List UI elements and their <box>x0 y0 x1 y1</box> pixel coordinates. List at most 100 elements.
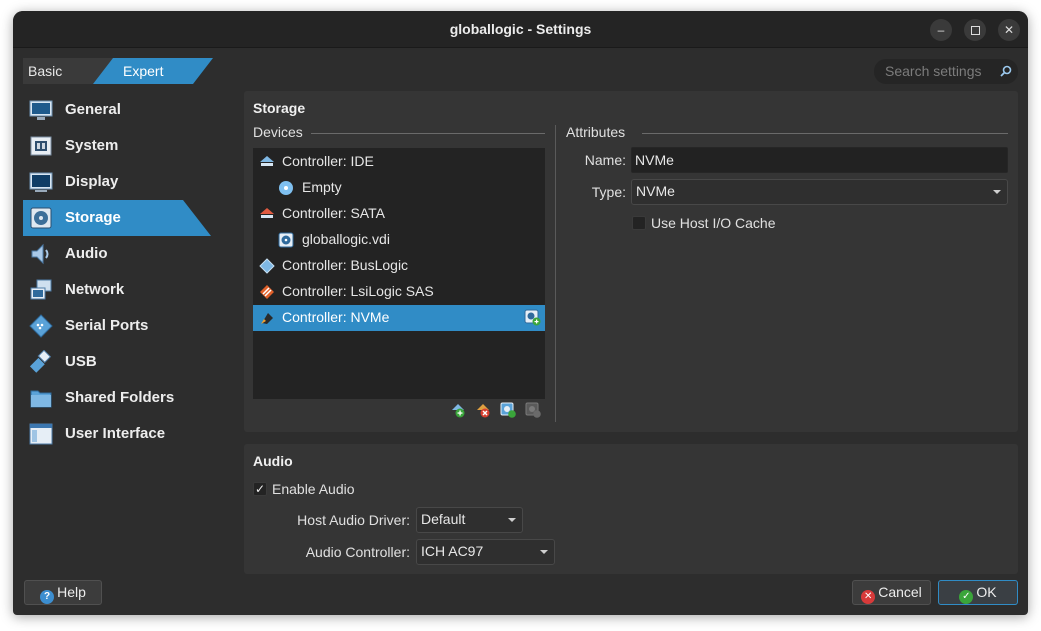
host-io-cache-checkbox[interactable] <box>632 216 646 230</box>
disk-icon <box>30 207 52 229</box>
tree-item-label: Empty <box>302 179 342 195</box>
ok-button[interactable]: ✓ OK <box>938 580 1018 605</box>
tree-item-controller-sata[interactable]: Controller: SATA <box>253 201 545 227</box>
storage-device-tree[interactable]: Controller: IDE Empty Controller: SATA g… <box>253 148 545 399</box>
folder-icon <box>30 390 52 408</box>
tree-item-label: globallogic.vdi <box>302 231 390 247</box>
tree-item-globallogic-vdi[interactable]: globallogic.vdi <box>253 227 545 253</box>
optical-disc-icon <box>279 181 293 195</box>
sidebar-item-label: User Interface <box>65 425 166 442</box>
audio-controller-value: ICH AC97 <box>421 543 484 559</box>
hard-disk-icon <box>278 232 294 248</box>
attributes-divider <box>642 133 1008 134</box>
chip-icon <box>30 136 52 156</box>
help-icon: ? <box>40 590 55 604</box>
type-label: Type: <box>591 184 626 200</box>
maximize-button[interactable] <box>964 19 986 41</box>
network-icon <box>30 279 52 300</box>
lsilogic-controller-icon <box>260 285 274 299</box>
remove-attachment-icon[interactable] <box>525 402 541 418</box>
host-io-cache-label: Use Host I/O Cache <box>651 215 776 231</box>
sidebar-item-network[interactable]: Network <box>23 272 223 308</box>
tree-item-controller-nvme[interactable]: Controller: NVMe <box>253 305 545 331</box>
sidebar-item-label: Display <box>65 173 119 190</box>
host-audio-driver-value: Default <box>421 511 466 527</box>
close-icon: ✕ <box>1003 23 1015 37</box>
cancel-label: Cancel <box>878 584 922 600</box>
title-bar: globallogic - Settings – ✕ <box>13 11 1028 48</box>
chevron-down-icon <box>993 190 1001 194</box>
tree-item-label: Controller: NVMe <box>282 309 390 325</box>
sidebar-item-label: Serial Ports <box>65 317 149 334</box>
sidebar-item-label: USB <box>65 353 97 370</box>
host-audio-driver-label: Host Audio Driver: <box>297 512 410 528</box>
controller-type-value: NVMe <box>636 183 675 199</box>
sidebar-item-label: Shared Folders <box>65 389 175 406</box>
sidebar-item-usb[interactable]: USB <box>23 344 223 380</box>
cancel-button[interactable]: ✕ Cancel <box>852 580 931 605</box>
tree-item-empty[interactable]: Empty <box>253 175 545 201</box>
nvme-controller-icon <box>261 313 273 324</box>
display-icon <box>29 172 53 192</box>
monitor-icon <box>29 100 53 120</box>
vertical-divider <box>555 125 556 422</box>
buslogic-controller-icon <box>259 258 275 274</box>
add-attachment-icon[interactable] <box>500 402 516 418</box>
audio-controller-label: Audio Controller: <box>305 544 410 560</box>
add-attachment-icon[interactable] <box>524 309 541 326</box>
sidebar-item-display[interactable]: Display <box>23 164 223 200</box>
chevron-down-icon <box>508 518 516 522</box>
check-icon: ✓ <box>959 590 974 604</box>
tree-item-controller-buslogic[interactable]: Controller: BusLogic <box>253 253 545 279</box>
mode-expert-tab[interactable]: Expert <box>93 58 213 84</box>
tree-item-controller-ide[interactable]: Controller: IDE <box>253 149 545 175</box>
settings-sidebar: General System Display Storage Audio Net… <box>23 92 223 452</box>
search-input[interactable]: Search settings <box>874 59 1018 84</box>
controller-type-select[interactable]: NVMe <box>631 179 1008 205</box>
sidebar-item-label: Audio <box>65 245 108 262</box>
help-label: Help <box>57 584 86 600</box>
close-button[interactable]: ✕ <box>998 19 1020 41</box>
sidebar-item-label: General <box>65 101 121 118</box>
audio-group: Audio ✓ Enable Audio Host Audio Driver: … <box>244 444 1018 574</box>
minimize-button[interactable]: – <box>930 19 952 41</box>
add-controller-icon[interactable] <box>450 402 466 418</box>
name-label: Name: <box>584 152 626 168</box>
storage-group: Storage Devices Controller: IDE Empty Co… <box>244 91 1018 432</box>
search-icon <box>1000 65 1012 77</box>
audio-controller-select[interactable]: ICH AC97 <box>416 539 555 565</box>
maximize-icon <box>970 26 980 35</box>
speaker-icon <box>31 243 49 265</box>
sata-controller-icon <box>260 208 274 218</box>
tree-item-controller-lsilogic-sas[interactable]: Controller: LsiLogic SAS <box>253 279 545 305</box>
sidebar-item-storage[interactable]: Storage <box>23 200 211 236</box>
window-title: globallogic - Settings <box>449 21 592 37</box>
cancel-icon: ✕ <box>861 590 876 604</box>
remove-controller-icon[interactable] <box>475 402 491 418</box>
sidebar-item-general[interactable]: General <box>23 92 223 128</box>
controller-name-value: NVMe <box>635 152 674 168</box>
sidebar-item-shared-folders[interactable]: Shared Folders <box>23 380 223 416</box>
sidebar-item-serial-ports[interactable]: Serial Ports <box>23 308 223 344</box>
tree-item-label: Controller: LsiLogic SAS <box>282 283 434 299</box>
ide-controller-icon <box>260 156 274 166</box>
audio-title: Audio <box>253 453 293 469</box>
tree-item-label: Controller: SATA <box>282 205 385 221</box>
sidebar-item-label: Network <box>65 281 125 298</box>
sidebar-item-user-interface[interactable]: User Interface <box>23 416 223 452</box>
sidebar-item-system[interactable]: System <box>23 128 223 164</box>
help-button[interactable]: ? Help <box>24 580 102 605</box>
settings-window: globallogic - Settings – ✕ Basic Expert … <box>13 11 1028 615</box>
host-audio-driver-select[interactable]: Default <box>416 507 523 533</box>
usb-icon <box>29 350 52 373</box>
controller-name-field[interactable]: NVMe <box>631 147 1008 173</box>
mode-switch: Basic Expert <box>23 58 213 84</box>
tree-item-label: Controller: BusLogic <box>282 257 409 273</box>
enable-audio-checkbox[interactable]: ✓ <box>253 482 267 496</box>
tree-item-label: Controller: IDE <box>282 153 374 169</box>
sidebar-item-label: System <box>65 137 119 154</box>
window-icon <box>29 423 53 445</box>
sidebar-item-label: Storage <box>65 209 121 226</box>
sidebar-item-audio[interactable]: Audio <box>23 236 223 272</box>
chevron-down-icon <box>540 550 548 554</box>
